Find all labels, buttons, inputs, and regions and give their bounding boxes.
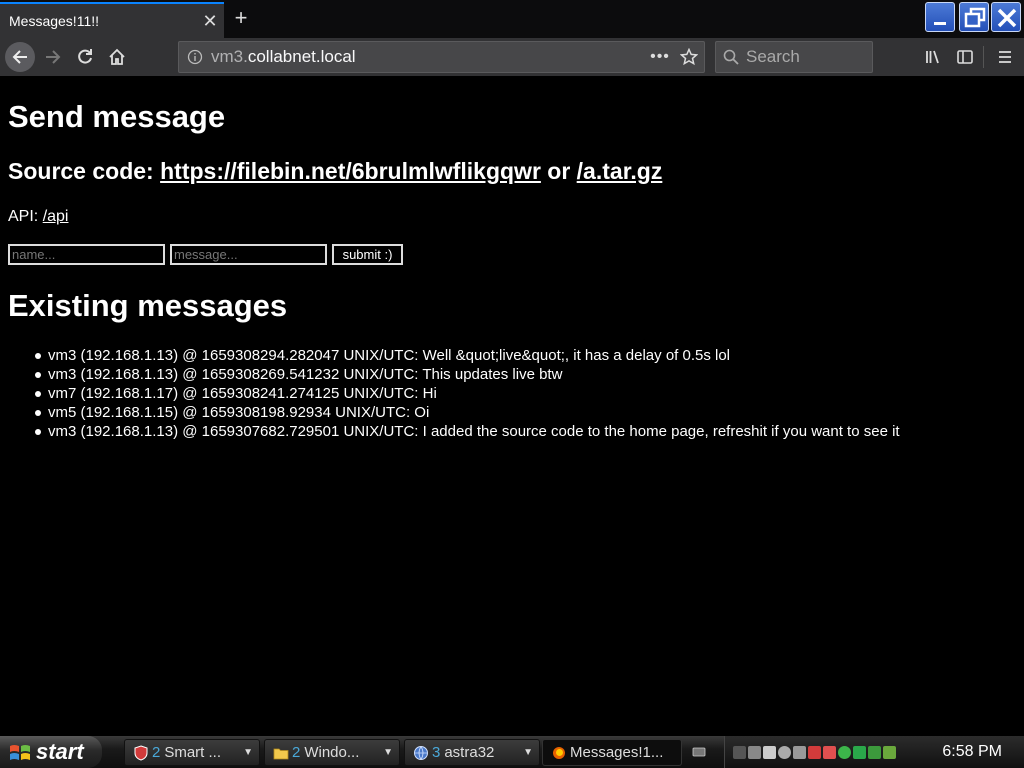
sidebar-button[interactable]	[950, 42, 980, 72]
clock-tray-icon[interactable]	[748, 745, 761, 759]
tab-strip: Messages!11!! ✕ +	[0, 0, 1024, 38]
sidebar-icon	[957, 50, 973, 64]
search-icon	[716, 49, 746, 65]
chevron-down-icon: ▼	[383, 747, 393, 758]
tab-close-icon[interactable]: ✕	[196, 11, 224, 32]
tab-title: Messages!11!!	[9, 13, 100, 29]
task-label: Windo...	[304, 744, 360, 761]
network-icon[interactable]	[733, 745, 746, 759]
submit-button[interactable]: submit :)	[332, 244, 403, 265]
url-host-prefix: vm3.	[211, 47, 248, 66]
firefox-icon	[553, 746, 565, 759]
windows-flag-icon	[10, 745, 30, 760]
network-arrows-icon[interactable]	[868, 745, 881, 759]
library-button[interactable]	[918, 42, 948, 72]
shield-app-icon	[134, 744, 148, 761]
home-icon	[109, 48, 125, 65]
arrow-tray-icon[interactable]	[853, 745, 866, 759]
link-tray-icon[interactable]	[778, 745, 791, 759]
source-code-heading: Source code: https://filebin.net/6brulml…	[8, 158, 662, 185]
minimize-icon	[934, 22, 946, 25]
close-icon	[997, 8, 1017, 28]
document-tray-icon[interactable]	[763, 745, 776, 759]
toolbar-separator	[983, 46, 984, 68]
page-actions-icon[interactable]: •••	[646, 48, 674, 66]
tools-tray-icon[interactable]	[793, 745, 806, 759]
url-text[interactable]: vm3.collabnet.local	[211, 47, 646, 67]
tarball-link[interactable]: /a.tar.gz	[577, 158, 663, 184]
arrow-right-icon	[46, 50, 61, 64]
api-prefix: API:	[8, 208, 43, 225]
taskbar: start 2 Smart ... ▼ 2 Windo... ▼ 3 astra…	[0, 736, 1024, 768]
search-bar[interactable]	[715, 41, 873, 73]
message-input[interactable]	[170, 244, 327, 265]
start-label: start	[36, 739, 84, 764]
close-window-button[interactable]	[991, 2, 1021, 32]
clock[interactable]: 6:58 PM	[942, 743, 1002, 761]
messages-list: vm3 (192.168.1.13) @ 1659308294.282047 U…	[35, 346, 900, 441]
taskbar-task-messages[interactable]: Messages!1...	[542, 739, 682, 766]
chevron-down-icon: ▼	[243, 747, 253, 758]
send-form: submit :)	[8, 244, 403, 265]
list-item: vm3 (192.168.1.13) @ 1659307682.729501 U…	[35, 423, 900, 440]
send-message-heading: Send message	[8, 99, 226, 134]
list-item: vm5 (192.168.1.15) @ 1659308198.92934 UN…	[35, 403, 900, 422]
url-bar[interactable]: vm3.collabnet.local •••	[178, 41, 705, 73]
task-count: 3	[432, 744, 441, 761]
taskbar-group-windows[interactable]: 2 Windo... ▼	[264, 739, 400, 766]
reload-button[interactable]	[70, 42, 100, 72]
list-item: vm7 (192.168.1.17) @ 1659308241.274125 U…	[35, 384, 900, 403]
info-icon[interactable]	[179, 49, 211, 65]
arrow-left-icon	[12, 50, 27, 64]
list-item: vm3 (192.168.1.13) @ 1659308269.541232 U…	[35, 365, 900, 384]
start-button[interactable]: start	[0, 736, 102, 768]
restore-button[interactable]	[959, 2, 989, 32]
page-content: Send message Source code: https://filebi…	[0, 76, 1024, 736]
check-tray-icon[interactable]	[838, 745, 851, 759]
forward-button[interactable]	[38, 42, 68, 72]
navigation-bar: vm3.collabnet.local •••	[0, 38, 1024, 76]
reload-icon	[78, 49, 92, 64]
library-icon	[926, 50, 939, 64]
menu-button[interactable]	[990, 42, 1020, 72]
name-input[interactable]	[8, 244, 165, 265]
task-label: astra32	[444, 744, 495, 761]
list-item: vm3 (192.168.1.13) @ 1659308294.282047 U…	[35, 346, 900, 365]
api-line: API: /api	[8, 208, 68, 226]
home-button[interactable]	[102, 42, 132, 72]
task-label: Messages!1...	[570, 744, 664, 761]
shield-tray-icon[interactable]	[808, 745, 821, 759]
new-tab-button[interactable]: +	[228, 6, 254, 32]
tab-messages[interactable]: Messages!11!! ✕	[0, 2, 224, 38]
bug-tray-icon[interactable]	[823, 745, 836, 759]
api-link[interactable]: /api	[43, 208, 69, 225]
url-host-domain: collabnet.local	[247, 47, 356, 66]
source-code-prefix: Source code:	[8, 158, 161, 184]
task-count: 2	[152, 744, 161, 761]
taskbar-group-astra32[interactable]: 3 astra32 ▼	[404, 739, 540, 766]
search-input[interactable]	[746, 47, 872, 67]
hamburger-menu-icon	[999, 51, 1011, 63]
source-or-text: or	[540, 158, 577, 184]
taskbar-group-smart[interactable]: 2 Smart ... ▼	[124, 739, 260, 766]
bookmark-star-icon[interactable]	[674, 48, 704, 66]
existing-messages-heading: Existing messages	[8, 288, 288, 323]
system-tray: 6:58 PM	[724, 736, 1024, 768]
task-count: 2	[292, 744, 301, 761]
keyboard-icon[interactable]	[692, 745, 706, 759]
filebin-link[interactable]: https://filebin.net/6brulmlwflikgqwr	[160, 158, 541, 184]
minimize-button[interactable]	[925, 2, 955, 32]
task-label: Smart ...	[164, 744, 222, 761]
restore-icon	[964, 7, 986, 28]
volume-icon[interactable]	[883, 745, 896, 759]
folder-icon	[273, 748, 289, 759]
tray-icons	[733, 745, 896, 759]
globe-app-icon	[414, 745, 428, 760]
back-button[interactable]	[5, 42, 35, 72]
chevron-down-icon: ▼	[523, 747, 533, 758]
